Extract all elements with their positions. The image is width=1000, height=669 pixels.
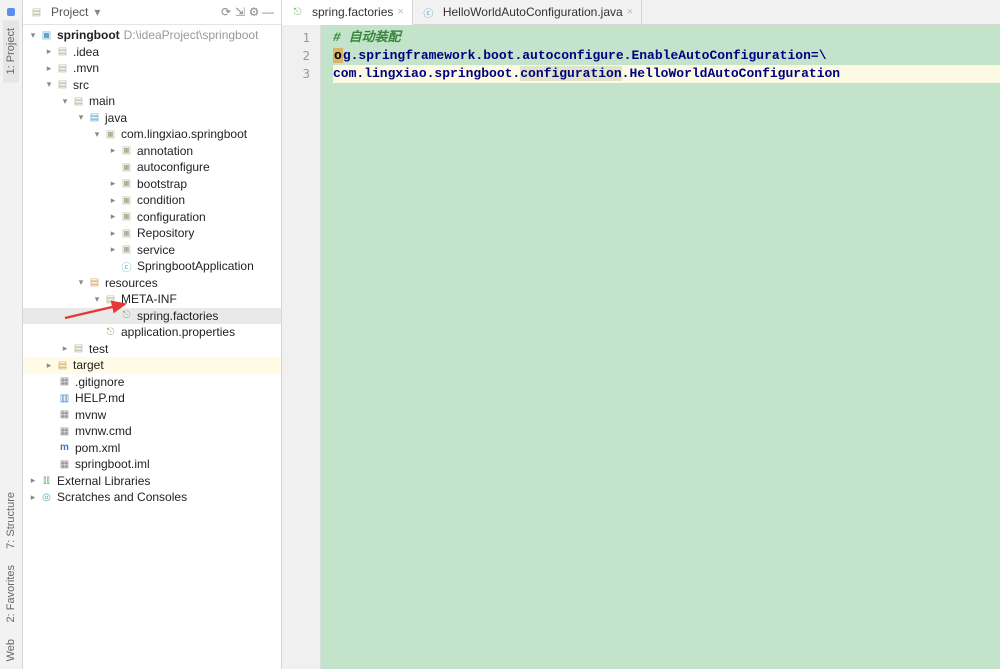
panel-title: Project (51, 5, 88, 19)
tree-app-class[interactable]: ⓒSpringbootApplication (23, 258, 281, 275)
tree-package[interactable]: ▾▣com.lingxiao.springboot (23, 126, 281, 143)
tree-idea[interactable]: ▸▤.idea (23, 44, 281, 61)
chevron-down-icon[interactable]: ▾ (94, 5, 100, 19)
close-icon[interactable]: × (397, 6, 403, 18)
tree-resources[interactable]: ▾▤resources (23, 275, 281, 292)
locate-icon[interactable]: ⟳ (219, 5, 233, 19)
left-tool-tabs: 1: Project 7: Structure 2: Favorites Web (0, 0, 23, 669)
tree-app-props[interactable]: ⎋application.properties (23, 324, 281, 341)
tree-java[interactable]: ▾▤java (23, 110, 281, 127)
tree-condition[interactable]: ▸▣condition (23, 192, 281, 209)
tab-structure[interactable]: 7: Structure (3, 484, 19, 557)
tree-iml[interactable]: ▦springboot.iml (23, 456, 281, 473)
tree-bootstrap[interactable]: ▸▣bootstrap (23, 176, 281, 193)
tree-autoconfigure[interactable]: ▣autoconfigure (23, 159, 281, 176)
tree-helpmd[interactable]: ▥HELP.md (23, 390, 281, 407)
tab-label: spring.factories (312, 5, 393, 19)
project-panel-header: ▤ Project ▾ ⟳ ⇲ ⚙ — (23, 0, 281, 25)
tree-annotation[interactable]: ▸▣annotation (23, 143, 281, 160)
tree-configuration[interactable]: ▸▣configuration (23, 209, 281, 226)
hide-icon[interactable]: — (261, 5, 275, 19)
tab-favorites[interactable]: 2: Favorites (3, 557, 19, 630)
tab-auto-config[interactable]: ⓒ HelloWorldAutoConfiguration.java × (413, 0, 642, 24)
tree-repository[interactable]: ▸▣Repository (23, 225, 281, 242)
tree-metainf[interactable]: ▾▤META-INF (23, 291, 281, 308)
line-gutter: 1 2 3 (282, 25, 321, 669)
code-line-3: com.lingxiao.springboot.configuration.He… (333, 65, 1000, 83)
project-panel: ▤ Project ▾ ⟳ ⇲ ⚙ — ▾▣ springboot D:\ide… (23, 0, 282, 669)
expand-icon[interactable]: ⇲ (233, 5, 247, 19)
tree-gitignore[interactable]: ▦.gitignore (23, 374, 281, 391)
tree-mvnw[interactable]: ▦mvnw (23, 407, 281, 424)
code-line-2: og.springframework.boot.autoconfigure.En… (333, 47, 1000, 65)
project-icon (7, 8, 15, 16)
java-class-icon: ⓒ (421, 5, 436, 19)
tree-main[interactable]: ▾▤main (23, 93, 281, 110)
folder-icon: ▤ (29, 5, 44, 19)
tree-spring-factories[interactable]: ⎋spring.factories (23, 308, 281, 325)
tab-label: HelloWorldAutoConfiguration.java (443, 5, 623, 19)
tree-service[interactable]: ▸▣service (23, 242, 281, 259)
tab-project[interactable]: 1: Project (3, 20, 19, 82)
code-line-1: # 自动装配 (333, 30, 401, 45)
annotation-arrow (63, 300, 133, 322)
tree-test[interactable]: ▸▤test (23, 341, 281, 358)
gear-icon[interactable]: ⚙ (247, 5, 261, 19)
properties-icon: ⎋ (290, 5, 305, 19)
tree-mvnwcmd[interactable]: ▦mvnw.cmd (23, 423, 281, 440)
tab-spring-factories[interactable]: ⎋ spring.factories × (282, 0, 413, 25)
close-icon[interactable]: × (627, 6, 633, 18)
code-editor[interactable]: # 自动装配 og.springframework.boot.autoconfi… (321, 25, 1000, 669)
tree-mvn[interactable]: ▸▤.mvn (23, 60, 281, 77)
editor-area: ⎋ spring.factories × ⓒ HelloWorldAutoCon… (282, 0, 1000, 669)
project-tree[interactable]: ▾▣ springboot D:\ideaProject\springboot … (23, 25, 281, 669)
tree-scratches[interactable]: ▸◎Scratches and Consoles (23, 489, 281, 506)
tree-pom[interactable]: mpom.xml (23, 440, 281, 457)
tree-target[interactable]: ▸▤target (23, 357, 281, 374)
tree-root[interactable]: ▾▣ springboot D:\ideaProject\springboot (23, 27, 281, 44)
tree-src[interactable]: ▾▤src (23, 77, 281, 94)
tab-web[interactable]: Web (3, 631, 19, 669)
editor-tabs: ⎋ spring.factories × ⓒ HelloWorldAutoCon… (282, 0, 1000, 25)
tree-ext-libs[interactable]: ▸⫾⫾External Libraries (23, 473, 281, 490)
